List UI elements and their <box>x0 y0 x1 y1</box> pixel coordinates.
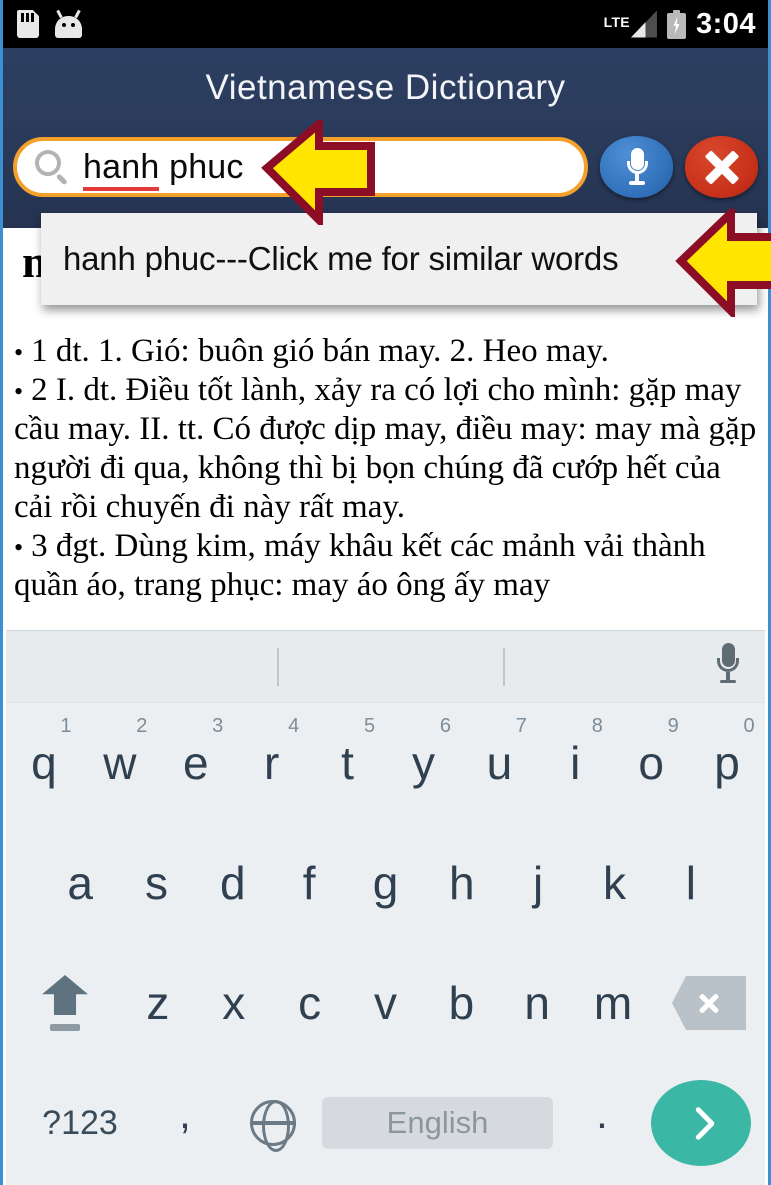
pointer-to-search-field <box>261 120 381 225</box>
search-suggestion-label: hanh phuc---Click me for similar words <box>63 240 619 277</box>
android-head-icon <box>55 9 82 38</box>
key-j[interactable]: j <box>500 827 576 939</box>
keyboard-row-2: a s d f g h j k l <box>6 823 765 943</box>
backspace-icon <box>672 976 747 1030</box>
key-z[interactable]: z <box>120 947 196 1059</box>
search-icon <box>35 150 69 186</box>
backspace-key[interactable] <box>651 947 761 1059</box>
key-v[interactable]: v <box>348 947 424 1059</box>
key-f[interactable]: f <box>271 827 347 939</box>
key-r[interactable]: 4r <box>234 707 310 819</box>
on-screen-keyboard: 1q 2w 3e 4r 5t 6y 7u 8i 9o 0p a s d f g … <box>6 630 765 1185</box>
key-hint: 7 <box>515 715 527 737</box>
key-hint: 9 <box>667 715 679 737</box>
suggestion-divider <box>503 648 505 686</box>
key-b[interactable]: b <box>423 947 499 1059</box>
key-i[interactable]: 8i <box>537 707 613 819</box>
voice-search-button[interactable] <box>600 136 673 198</box>
microphone-icon <box>626 148 648 186</box>
globe-icon <box>249 1099 296 1152</box>
key-hint: 5 <box>363 715 376 737</box>
key-d[interactable]: d <box>195 827 271 939</box>
chevron-right-icon <box>691 1105 716 1141</box>
app-header: Vietnamese Dictionary hanh phuc <box>3 48 768 228</box>
key-e[interactable]: 3e <box>158 707 234 819</box>
keyboard-microphone-icon[interactable] <box>717 643 739 687</box>
search-suggestion-item[interactable]: hanh phuc---Click me for similar words <box>41 213 757 305</box>
key-hint: 6 <box>439 715 452 737</box>
shift-arrow-icon <box>42 975 88 1031</box>
pointer-to-suggestion <box>675 209 771 317</box>
keyboard-row-4: ?123 , English . <box>6 1063 765 1183</box>
search-query-misspelled: hanh <box>83 147 160 191</box>
key-q[interactable]: 1q <box>6 707 82 819</box>
key-o[interactable]: 9o <box>613 707 689 819</box>
key-label: r <box>263 737 280 789</box>
entry-definitions: 1 dt. 1. Gió: buôn gió bán may. 2. Heo m… <box>14 286 757 605</box>
period-key[interactable]: . <box>559 1090 645 1156</box>
key-x[interactable]: x <box>196 947 272 1059</box>
close-icon <box>702 147 742 187</box>
key-label: y <box>411 737 435 789</box>
key-m[interactable]: m <box>575 947 651 1059</box>
key-g[interactable]: g <box>347 827 423 939</box>
lte-signal-icon: LTE <box>603 10 657 38</box>
key-hint: 0 <box>743 715 755 737</box>
definition-item: 3 đgt. Dùng kim, máy khâu kết các mảnh v… <box>14 527 757 605</box>
key-hint: 1 <box>60 715 72 737</box>
status-bar-right-icons: LTE 3:04 <box>603 7 756 40</box>
key-w[interactable]: 2w <box>82 707 158 819</box>
space-key[interactable]: English <box>322 1097 553 1149</box>
clear-search-button[interactable] <box>685 136 758 198</box>
network-type-label: LTE <box>603 13 630 30</box>
key-label: q <box>31 737 57 789</box>
key-label: w <box>103 737 137 789</box>
enter-key[interactable] <box>651 1080 751 1166</box>
suggestion-divider <box>277 648 279 686</box>
shift-key[interactable] <box>10 947 120 1059</box>
symbols-key[interactable]: ?123 <box>20 1104 140 1143</box>
key-h[interactable]: h <box>424 827 500 939</box>
key-y[interactable]: 6y <box>386 707 462 819</box>
key-label: i <box>570 737 581 789</box>
keyboard-suggestion-strip[interactable] <box>6 631 765 703</box>
search-row: hanh phuc <box>3 136 768 198</box>
key-label: p <box>714 737 740 789</box>
key-t[interactable]: 5t <box>310 707 386 819</box>
key-label: t <box>341 737 354 789</box>
key-hint: 4 <box>288 715 300 737</box>
key-p[interactable]: 0p <box>689 707 765 819</box>
language-switch-key[interactable] <box>230 1099 316 1152</box>
key-a[interactable]: a <box>42 827 118 939</box>
key-label: e <box>182 737 209 789</box>
key-u[interactable]: 7u <box>461 707 537 819</box>
key-hint: 8 <box>591 715 603 737</box>
key-hint: 2 <box>136 715 148 737</box>
definition-item: 1 dt. 1. Gió: buôn gió bán may. 2. Heo m… <box>14 332 757 371</box>
battery-charging-icon <box>666 9 686 39</box>
key-c[interactable]: c <box>272 947 348 1059</box>
key-hint: 3 <box>212 715 224 737</box>
page-title: Vietnamese Dictionary <box>205 68 566 107</box>
status-bar-clock: 3:04 <box>695 7 756 40</box>
key-s[interactable]: s <box>118 827 194 939</box>
sd-card-icon <box>17 10 39 38</box>
status-bar: LTE 3:04 <box>3 0 768 48</box>
keyboard-row-1: 1q 2w 3e 4r 5t 6y 7u 8i 9o 0p <box>6 703 765 823</box>
status-bar-left-icons <box>17 9 82 38</box>
keyboard-row-3: z x c v b n m <box>6 943 765 1063</box>
key-n[interactable]: n <box>499 947 575 1059</box>
key-label: u <box>486 737 513 789</box>
search-query-text: hanh phuc <box>83 147 244 191</box>
key-k[interactable]: k <box>576 827 652 939</box>
key-l[interactable]: l <box>653 827 729 939</box>
key-label: o <box>638 737 664 789</box>
search-query-rest: phuc <box>159 147 244 186</box>
comma-key[interactable]: , <box>140 1090 230 1156</box>
definition-item: 2 I. dt. Điều tốt lành, xảy ra có lợi ch… <box>14 371 757 527</box>
